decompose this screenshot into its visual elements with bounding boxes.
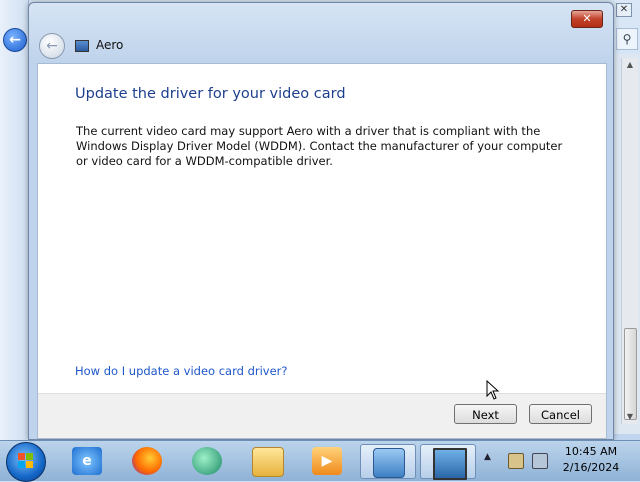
dialog-footer: Next Cancel xyxy=(38,393,606,438)
background-close-button[interactable]: ✕ xyxy=(616,3,632,17)
close-button[interactable]: ✕ xyxy=(571,10,603,28)
network-disconnected-icon[interactable] xyxy=(532,453,548,469)
display-settings-icon xyxy=(433,448,467,480)
show-hidden-icons-icon[interactable]: ▲ xyxy=(484,452,494,462)
taskbar-media-player[interactable]: ▶ xyxy=(300,444,354,478)
help-link[interactable]: How do I update a video card driver? xyxy=(75,364,288,378)
page-heading: Update the driver for your video card xyxy=(75,86,346,102)
clock-date: 2/16/2024 xyxy=(562,461,620,474)
clock-time: 10:45 AM xyxy=(564,445,618,458)
scroll-down-arrow-icon[interactable]: ▼ xyxy=(622,410,638,424)
nav-back-button[interactable]: ← xyxy=(39,33,65,59)
aero-dialog: ✕ ← Aero Update the driver for your vide… xyxy=(28,2,614,440)
action-center-icon[interactable] xyxy=(508,453,524,469)
taskbar-clock[interactable]: 10:45 AM 2/16/2024 xyxy=(556,444,626,476)
internet-explorer-icon: e xyxy=(72,447,102,475)
body-text: The current video card may support Aero … xyxy=(76,124,563,168)
dialog-title: Aero xyxy=(96,38,124,52)
start-button[interactable] xyxy=(6,442,46,482)
dialog-content: Update the driver for your video card Th… xyxy=(37,63,607,439)
cancel-button[interactable]: Cancel xyxy=(529,404,592,424)
taskbar-internet-explorer[interactable]: e xyxy=(60,444,114,478)
windows-logo-icon xyxy=(18,453,33,468)
taskbar-display-settings[interactable] xyxy=(420,444,476,480)
vertical-scrollbar[interactable]: ▲ ▼ xyxy=(621,58,638,424)
taskbar-control-panel[interactable] xyxy=(360,444,416,479)
taskbar-file-explorer[interactable] xyxy=(240,444,294,478)
next-button[interactable]: Next xyxy=(454,404,517,424)
search-icon[interactable]: ⚲ xyxy=(616,28,638,50)
scroll-up-arrow-icon[interactable]: ▲ xyxy=(622,58,638,72)
media-player-icon: ▶ xyxy=(312,447,342,475)
back-arrow-icon[interactable]: ← xyxy=(3,28,27,52)
taskbar-firefox[interactable] xyxy=(120,444,174,478)
scroll-thumb[interactable] xyxy=(624,328,637,420)
app-icon xyxy=(192,447,222,475)
taskbar-app[interactable] xyxy=(180,444,234,478)
firefox-icon xyxy=(132,447,162,475)
display-app-icon xyxy=(75,40,89,52)
mouse-cursor-icon xyxy=(486,380,500,400)
control-panel-icon xyxy=(373,448,405,478)
file-explorer-icon xyxy=(252,447,284,477)
background-left-pane xyxy=(0,0,29,440)
